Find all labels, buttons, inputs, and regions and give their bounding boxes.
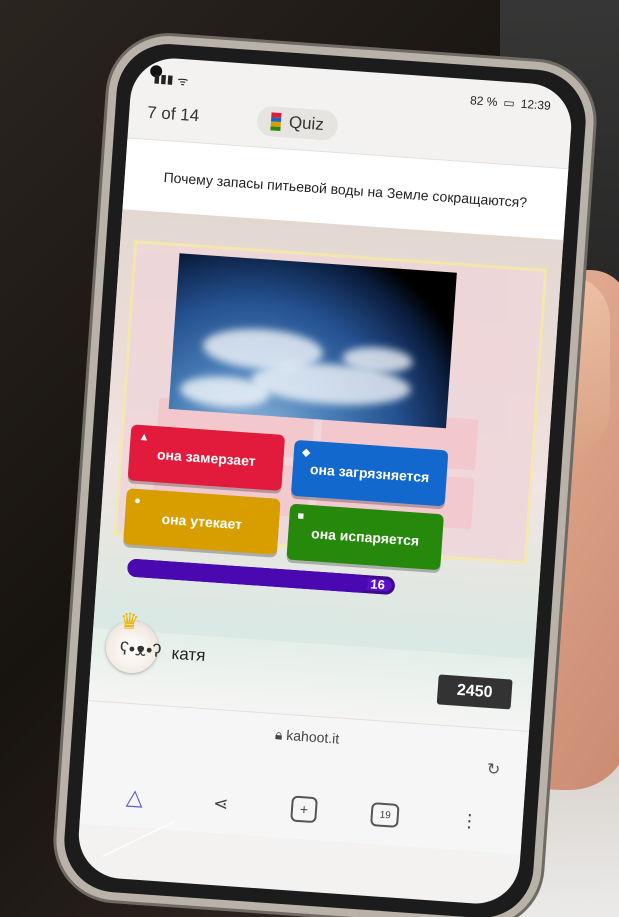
answer-button-diamond[interactable]: ◆ она загрязняется: [290, 439, 449, 507]
more-icon[interactable]: ⋮: [452, 804, 486, 838]
reload-icon[interactable]: ↻: [486, 759, 501, 780]
score-badge: 2450: [436, 674, 513, 710]
network-icon: ᯤ: [176, 73, 189, 88]
diamond-icon: ◆: [301, 446, 311, 459]
screen: ▮▮▮ ᯤ 82 % ▭ 12:39 7 of 14 Quiz Почему з…: [75, 55, 575, 907]
signal-icon: ▮▮▮: [153, 71, 174, 87]
quiz-label: Quiz: [288, 112, 325, 135]
status-right: 82 % ▭ 12:39: [470, 93, 552, 113]
answer-label: она загрязняется: [309, 460, 430, 485]
clock: 12:39: [520, 96, 552, 113]
new-tab-icon[interactable]: +: [290, 795, 318, 824]
battery-percent: 82 %: [469, 93, 498, 110]
circle-icon: ●: [133, 494, 142, 508]
answer-button-circle[interactable]: ● она утекает: [123, 488, 281, 555]
answer-label: она утекает: [161, 510, 243, 532]
url-text: kahoot.it: [285, 726, 340, 747]
answer-button-square[interactable]: ■ она испаряется: [286, 503, 444, 571]
player-name: катя: [170, 643, 207, 666]
quiz-type-badge: Quiz: [255, 105, 339, 141]
earth-image: [168, 253, 457, 429]
question-counter: 7 of 14: [146, 102, 200, 126]
answer-button-triangle[interactable]: ▲ она замерзает: [127, 424, 286, 491]
share-icon[interactable]: ⋖: [204, 786, 238, 820]
bear-face-icon: ʕ•ᴥ•ʔ: [119, 638, 162, 661]
home-icon[interactable]: △: [118, 780, 152, 814]
answer-label: она испаряется: [310, 524, 420, 549]
tabs-icon[interactable]: 19: [370, 802, 401, 828]
phone: ▮▮▮ ᯤ 82 % ▭ 12:39 7 of 14 Quiz Почему з…: [52, 32, 598, 917]
triangle-icon: ▲: [138, 430, 150, 444]
crown-icon: ♛: [118, 608, 141, 635]
battery-icon: ▭: [502, 95, 516, 111]
square-icon: ■: [297, 510, 305, 523]
lock-icon: 🔒︎: [274, 726, 284, 743]
timer-value: 16: [369, 576, 386, 593]
answer-label: она замерзает: [156, 445, 257, 469]
quiz-icon: [270, 112, 282, 132]
status-left: ▮▮▮ ᯤ: [153, 70, 189, 89]
